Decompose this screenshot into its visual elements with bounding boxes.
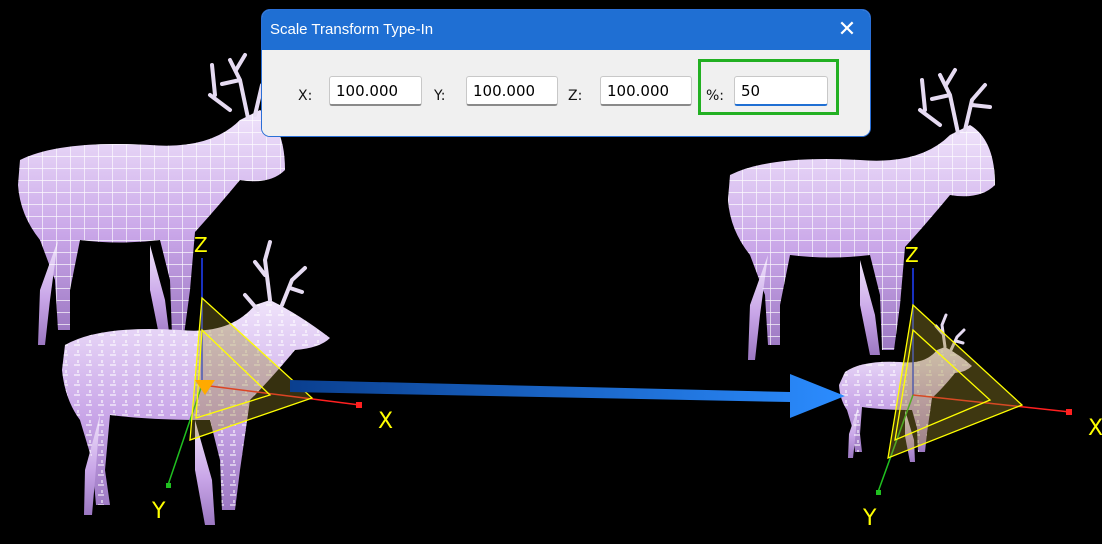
x-scale-value: 100.000: [336, 82, 399, 100]
deer-model-original-left[interactable]: [18, 53, 285, 345]
dialog-titlebar[interactable]: Scale Transform Type-In ✕: [262, 10, 870, 50]
percent-scale-input[interactable]: 50: [734, 76, 828, 106]
dialog-body: X: 100.000 Y: 100.000 Z: 100.000 %: 50: [262, 50, 870, 136]
y-scale-value: 100.000: [473, 82, 536, 100]
z-axis-label-left: Z: [194, 233, 208, 257]
percent-scale-value: 50: [741, 82, 761, 100]
y-axis-label-left: Y: [151, 499, 166, 524]
close-button[interactable]: ✕: [824, 10, 870, 50]
scale-transform-dialog: Scale Transform Type-In ✕ X: 100.000 Y: …: [262, 10, 870, 136]
percent-field-label: %:: [706, 88, 725, 104]
z-scale-input[interactable]: 100.000: [600, 76, 692, 106]
dialog-title: Scale Transform Type-In: [270, 21, 434, 38]
y-axis-label-right: Y: [862, 506, 877, 531]
z-field-label: Z:: [568, 88, 583, 104]
transition-arrow: [290, 374, 845, 418]
y-field-label: Y:: [434, 88, 446, 104]
x-scale-input[interactable]: 100.000: [329, 76, 422, 106]
x-field-label: X:: [298, 88, 313, 104]
x-axis-label-left: X: [378, 409, 393, 434]
y-scale-input[interactable]: 100.000: [466, 76, 558, 106]
close-icon: ✕: [837, 16, 857, 41]
x-axis-label-right: X: [1088, 416, 1102, 441]
z-axis-label-right: Z: [905, 243, 919, 267]
z-scale-value: 100.000: [607, 82, 670, 100]
